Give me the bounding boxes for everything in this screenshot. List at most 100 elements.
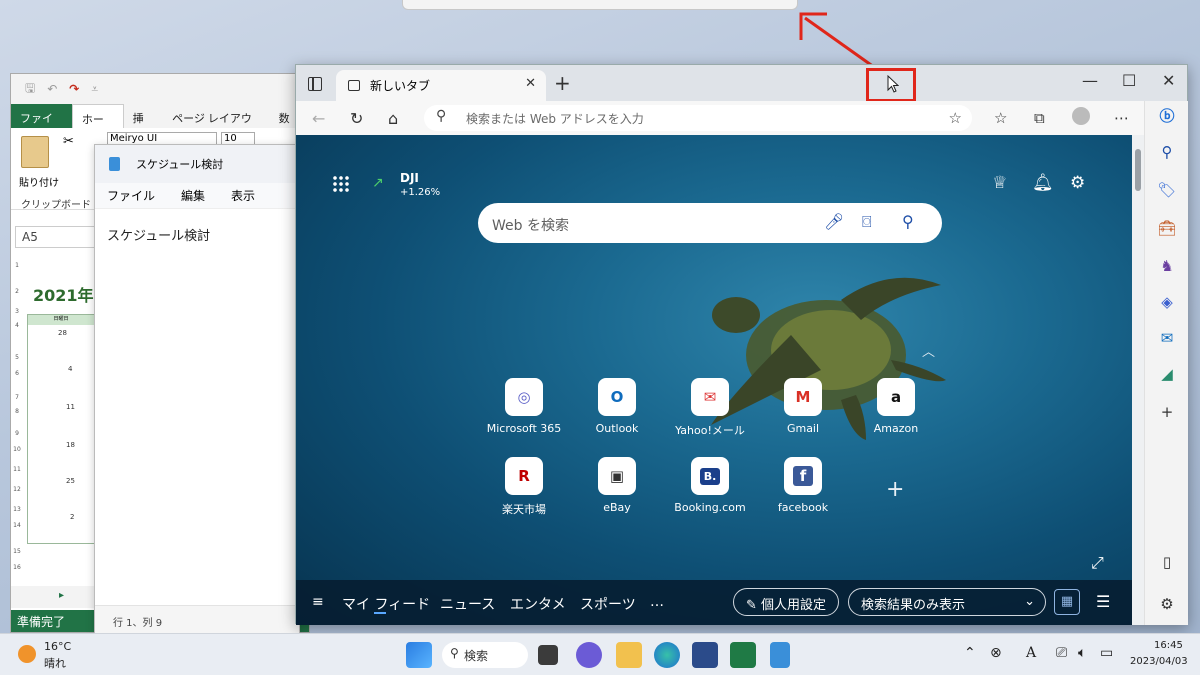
weather-sun-icon[interactable] <box>18 645 36 663</box>
scroll-thumb[interactable] <box>1135 149 1141 191</box>
outlook-icon[interactable]: ✉ <box>1145 329 1189 347</box>
row-number[interactable]: 1 <box>11 262 23 269</box>
task-view-icon[interactable] <box>538 645 558 665</box>
volume-icon[interactable]: 🔈︎ <box>1078 645 1086 661</box>
paste-label[interactable]: 貼り付け <box>19 174 59 189</box>
profile-avatar[interactable] <box>1072 107 1090 125</box>
chevron-up-icon[interactable]: ⌃ <box>964 645 976 661</box>
tab-page-layout[interactable]: ページ レイアウト <box>163 104 269 141</box>
quick-link-outlook[interactable]: O Outlook <box>567 378 667 435</box>
address-input[interactable]: ⚲ 検索または Web アドレスを入力 ☆ <box>424 105 972 131</box>
row-number[interactable]: 5 <box>11 354 23 361</box>
sidebar-settings-icon[interactable]: ⚙ <box>1145 595 1189 613</box>
list-layout-icon[interactable]: ☰ <box>1096 592 1110 611</box>
quick-link-booking[interactable]: B. Booking.com <box>660 457 760 514</box>
store-icon[interactable] <box>692 642 718 668</box>
sheet-title[interactable]: 2021年 <box>33 282 94 306</box>
customize-icon[interactable]: ⩡ <box>91 82 98 97</box>
excel-taskbar-icon[interactable] <box>730 642 756 668</box>
close-circle-icon[interactable]: ⊗ <box>990 645 1002 661</box>
home-icon[interactable]: ⌂ <box>388 109 398 128</box>
undo-icon[interactable]: ↶ <box>47 82 57 96</box>
tab-insert[interactable]: 挿入 <box>124 104 163 141</box>
row-number[interactable]: 8 <box>11 408 23 415</box>
web-search-box[interactable]: Web を検索 🎤︎ ⌼ ⚲ <box>478 203 942 243</box>
quick-link-yahoo-mail[interactable]: ✉ Yahoo!メール <box>660 378 760 438</box>
feed-tab-my-feed[interactable]: マイ フィード <box>342 594 430 614</box>
refresh-icon[interactable]: ↻ <box>350 109 363 128</box>
clock-date[interactable]: 2023/04/03 <box>1130 656 1188 667</box>
tab-home[interactable]: ホーム <box>71 104 124 142</box>
redo-icon[interactable]: ↷ <box>69 82 79 96</box>
chat-icon[interactable] <box>576 642 602 668</box>
add-app-icon[interactable]: + <box>1145 403 1189 421</box>
row-number[interactable]: 4 <box>11 322 23 329</box>
feed-more[interactable]: … <box>650 594 664 610</box>
feed-tab-sports[interactable]: スポーツ <box>580 594 636 614</box>
row-number[interactable]: 11 <box>11 466 23 473</box>
edge-taskbar-icon[interactable] <box>654 642 680 668</box>
notepad-taskbar-icon[interactable] <box>770 642 790 668</box>
row-number[interactable]: 16 <box>11 564 23 571</box>
battery-icon[interactable]: ▭ <box>1100 645 1113 661</box>
worksheet[interactable]: 1 2 3 4 5 6 7 8 9 10 11 12 13 14 15 16 2… <box>11 258 95 588</box>
save-icon[interactable]: 🖫 <box>25 79 35 100</box>
cut-icon[interactable]: ✂ <box>63 134 74 149</box>
close-window-icon[interactable]: ✕ <box>1162 71 1175 90</box>
start-icon[interactable] <box>406 642 432 668</box>
tab-actions-icon[interactable] <box>308 77 322 91</box>
rewards-icon[interactable]: ♕ <box>992 173 1007 193</box>
row-number[interactable]: 6 <box>11 370 23 377</box>
row-number[interactable]: 14 <box>11 522 23 529</box>
settings-icon[interactable]: ⚙ <box>1070 173 1085 193</box>
menu-view[interactable]: 表示 <box>231 187 255 204</box>
close-tab-icon[interactable]: ✕ <box>525 76 536 91</box>
file-explorer-icon[interactable] <box>616 642 642 668</box>
expand-icon[interactable]: ⤢ <box>1091 553 1104 573</box>
back-icon[interactable]: ← <box>312 109 325 128</box>
quick-link-microsoft-365[interactable]: ◎ Microsoft 365 <box>474 378 574 435</box>
network-icon[interactable]: ⎚ <box>1056 645 1067 661</box>
clock-time[interactable]: 16:45 <box>1154 640 1183 651</box>
row-number[interactable]: 12 <box>11 486 23 493</box>
notepad-text-area[interactable]: スケジュール検討 <box>95 209 299 260</box>
add-site-icon[interactable]: + <box>886 477 904 502</box>
games-icon[interactable]: ♞ <box>1145 257 1189 275</box>
row-number[interactable]: 2 <box>11 288 23 295</box>
tools-icon[interactable]: 🧰︎ <box>1145 219 1189 237</box>
content-visibility-dropdown[interactable]: 検索結果のみ表示 ⌄ <box>848 588 1046 616</box>
quick-link-rakuten[interactable]: R 楽天市場 <box>474 457 574 517</box>
notifications-icon[interactable]: 🔔︎ <box>1032 173 1054 193</box>
row-number[interactable]: 10 <box>11 446 23 453</box>
app-launcher-icon[interactable] <box>332 175 350 193</box>
ime-icon[interactable]: A <box>1026 645 1036 661</box>
hide-sidebar-icon[interactable]: ▯ <box>1145 553 1189 571</box>
quick-link-ebay[interactable]: ▣ eBay <box>567 457 667 514</box>
search-icon[interactable]: ⚲ <box>1145 143 1189 161</box>
row-number[interactable]: 13 <box>11 506 23 513</box>
shopping-icon[interactable]: 🏷︎ <box>1145 181 1189 199</box>
new-tab-button[interactable]: + <box>554 71 571 95</box>
row-number[interactable]: 3 <box>11 308 23 315</box>
tab-new-tab[interactable]: 新しいタブ ✕ <box>336 70 546 101</box>
row-number[interactable]: 15 <box>11 548 23 555</box>
bing-icon[interactable]: ⓑ <box>1145 105 1189 126</box>
notepad-window[interactable]: スケジュール検討 ファイル 編集 表示 スケジュール検討 行 1、列 9 <box>94 144 300 634</box>
sheet-nav-next-icon[interactable]: ▸ <box>11 586 95 608</box>
page-scrollbar[interactable] <box>1132 135 1144 625</box>
row-number[interactable]: 9 <box>11 430 23 437</box>
collections-icon[interactable]: ⧉ <box>1034 109 1045 127</box>
favorites-icon[interactable]: ☆ <box>994 109 1007 127</box>
quick-link-amazon[interactable]: a Amazon <box>846 378 946 435</box>
tab-file[interactable]: ファイル <box>11 104 72 141</box>
microphone-icon[interactable]: 🎤︎ <box>824 212 844 231</box>
feed-tab-news[interactable]: ニュース <box>440 594 495 614</box>
collapse-icon[interactable]: ︿ <box>922 341 935 360</box>
menu-file[interactable]: ファイル <box>107 187 155 204</box>
weather-condition[interactable]: 晴れ <box>44 655 66 671</box>
feed-tab-entertainment[interactable]: エンタメ <box>510 594 566 614</box>
quick-link-gmail[interactable]: M Gmail <box>753 378 853 435</box>
weather-temperature[interactable]: 16°C <box>44 640 71 653</box>
minimize-icon[interactable]: — <box>1082 71 1098 90</box>
quick-link-facebook[interactable]: f facebook <box>753 457 853 514</box>
